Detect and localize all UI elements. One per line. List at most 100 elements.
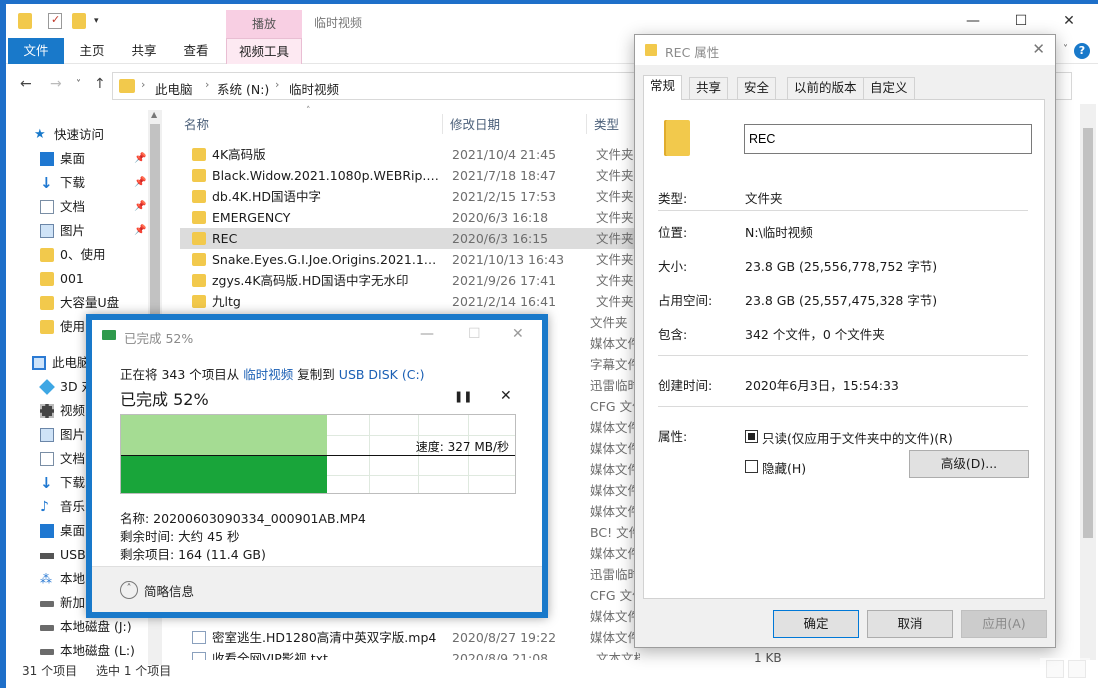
desktop-icon xyxy=(40,152,54,166)
customize-toolbar-icon[interactable]: ▾ xyxy=(94,16,108,32)
column-header-date[interactable]: 修改日期 xyxy=(450,112,500,138)
column-divider[interactable] xyxy=(586,114,587,134)
column-header-name[interactable]: 名称 xyxy=(184,112,209,138)
table-row[interactable]: 九ltg 2021/2/14 16:41 文件夹 xyxy=(180,291,640,312)
table-row[interactable]: 4K高码版 2021/10/4 21:45 文件夹 xyxy=(180,144,640,165)
file-type: 文件夹 xyxy=(596,273,634,288)
scroll-thumb[interactable] xyxy=(1083,128,1093,538)
maximize-button[interactable]: ☐ xyxy=(1006,10,1036,32)
folder-icon xyxy=(119,79,135,93)
file-list-scrollbar[interactable] xyxy=(1080,104,1096,660)
ok-button[interactable]: 确定 xyxy=(773,610,859,638)
new-folder-icon[interactable] xyxy=(72,13,86,29)
properties-titlebar: REC 属性 ✕ xyxy=(635,35,1055,65)
tab-file[interactable]: 文件 xyxy=(8,38,64,64)
remaining-items: 剩余项目: 164 (11.4 GB) xyxy=(120,547,266,562)
table-row-selected[interactable]: REC 2020/6/3 16:15 文件夹 xyxy=(180,228,640,249)
breadcrumb-this-pc[interactable]: 此电脑 xyxy=(155,79,193,98)
properties-check-icon[interactable] xyxy=(48,13,62,29)
nav-quick-access[interactable]: ★ 快速访问 xyxy=(6,124,156,146)
nav-label: 新加 xyxy=(60,595,86,610)
tab-previous-versions[interactable]: 以前的版本 xyxy=(787,77,864,99)
close-button[interactable]: ✕ xyxy=(1032,40,1045,58)
disk-size-label: 占用空间: xyxy=(658,293,713,308)
cancel-button[interactable]: 取消 xyxy=(867,610,953,638)
tab-general[interactable]: 常规 xyxy=(643,75,683,100)
tab-video-tools[interactable]: 视频工具 xyxy=(226,38,302,64)
folder-name-input[interactable] xyxy=(744,124,1032,154)
column-header-type[interactable]: 类型 xyxy=(594,112,619,138)
file-type: 文件夹 xyxy=(596,210,634,225)
nav-label: 桌面 xyxy=(60,151,86,166)
ribbon-expand-icon[interactable]: ˅ xyxy=(1063,44,1068,55)
pin-icon[interactable]: 📌 xyxy=(134,220,146,242)
file-date: 2021/2/14 16:41 xyxy=(452,294,557,309)
scroll-up-icon[interactable]: ▲ xyxy=(151,110,157,119)
table-row[interactable]: Snake.Eyes.G.I.Joe.Origins.2021.1080... … xyxy=(180,249,640,270)
nav-item-folder[interactable]: 001 xyxy=(6,268,156,290)
cancel-copy-button[interactable]: ✕ xyxy=(500,388,512,404)
sort-up-icon: ˄ xyxy=(306,106,311,116)
pin-icon[interactable]: 📌 xyxy=(134,172,146,194)
tab-view[interactable]: 查看 xyxy=(178,38,214,64)
grid-line xyxy=(369,415,370,493)
nav-item-folder[interactable]: 大容量U盘 xyxy=(6,292,156,314)
table-row[interactable]: Black.Widow.2021.1080p.WEBRip.x26... 202… xyxy=(180,165,640,186)
copy-dialog-title: 已完成 52% xyxy=(124,331,194,346)
minimize-button[interactable]: — xyxy=(958,10,988,32)
file-date: 2021/9/26 17:41 xyxy=(452,273,557,288)
pin-icon[interactable]: 📌 xyxy=(134,196,146,218)
nav-item-desktop[interactable]: 桌面 📌 xyxy=(6,148,156,170)
hidden-label[interactable]: 隐藏(H) xyxy=(762,458,806,477)
nav-item-drive-j[interactable]: 本地磁盘 (J:) xyxy=(6,616,156,638)
tab-sharing[interactable]: 共享 xyxy=(689,77,729,99)
close-button[interactable]: ✕ xyxy=(512,326,524,342)
recent-chevron-icon[interactable]: ˅ xyxy=(76,79,81,90)
up-arrow-icon[interactable]: ↑ xyxy=(94,76,106,92)
copy-dialog-footer: ˄ 简略信息 xyxy=(92,566,542,612)
pause-button[interactable]: ❚❚ xyxy=(454,390,472,403)
tab-security[interactable]: 安全 xyxy=(737,77,777,99)
close-button[interactable]: ✕ xyxy=(1054,10,1084,32)
table-row[interactable]: db.4K.HD国语中字 2021/2/15 17:53 文件夹 xyxy=(180,186,640,207)
document-icon xyxy=(40,452,54,466)
chevron-up-icon[interactable]: ˄ xyxy=(120,581,138,599)
back-arrow-icon[interactable]: ← xyxy=(20,76,32,92)
nav-item-folder[interactable]: 0、使用 xyxy=(6,244,156,266)
readonly-checkbox[interactable] xyxy=(745,430,758,443)
table-row[interactable]: EMERGENCY 2020/6/3 16:18 文件夹 xyxy=(180,207,640,228)
forward-arrow-icon[interactable]: → xyxy=(50,76,62,92)
fewer-details-toggle[interactable]: 简略信息 xyxy=(144,581,194,600)
source-link[interactable]: 临时视频 xyxy=(243,367,293,382)
maximize-button[interactable]: ☐ xyxy=(468,326,481,342)
folder-icon xyxy=(192,232,206,245)
cube-icon xyxy=(39,379,55,395)
readonly-label[interactable]: 只读(仅应用于文件夹中的文件)(R) xyxy=(762,428,953,447)
apply-button[interactable]: 应用(A) xyxy=(961,610,1047,638)
chevron-right-icon[interactable]: › xyxy=(141,78,145,91)
tab-share[interactable]: 共享 xyxy=(126,38,162,64)
column-divider[interactable] xyxy=(442,114,443,134)
hidden-checkbox[interactable] xyxy=(745,460,758,473)
pin-icon[interactable]: 📌 xyxy=(134,148,146,170)
tab-customize[interactable]: 自定义 xyxy=(863,77,915,99)
advanced-button[interactable]: 高级(D)... xyxy=(909,450,1029,478)
table-row[interactable]: zgys.4K高码版.HD国语中字无水印 2021/9/26 17:41 文件夹 xyxy=(180,270,640,291)
tab-home[interactable]: 主页 xyxy=(72,38,112,64)
download-icon: ↓ xyxy=(40,174,53,192)
chevron-right-icon[interactable]: › xyxy=(205,78,209,91)
help-icon[interactable]: ? xyxy=(1074,43,1090,59)
nav-item-pictures[interactable]: 图片 📌 xyxy=(6,220,156,242)
breadcrumb-drive[interactable]: 系统 (N:) xyxy=(217,79,269,98)
speed-graph: 速度: 327 MB/秒 xyxy=(120,414,516,494)
minimize-button[interactable]: — xyxy=(420,326,434,342)
folder-icon xyxy=(192,274,206,287)
file-type: 文件夹 xyxy=(596,147,634,162)
destination-link[interactable]: USB DISK (C:) xyxy=(339,367,425,382)
nav-item-documents[interactable]: 文档 📌 xyxy=(6,196,156,218)
chevron-right-icon[interactable]: › xyxy=(275,78,279,91)
file-date: 2020/6/3 16:18 xyxy=(452,210,549,225)
table-row[interactable]: 密室逃生.HD1280高清中英双字版.mp4 2020/8/27 19:22 xyxy=(180,627,640,648)
breadcrumb-folder[interactable]: 临时视频 xyxy=(289,79,339,98)
nav-item-downloads[interactable]: ↓ 下载 📌 xyxy=(6,172,156,194)
